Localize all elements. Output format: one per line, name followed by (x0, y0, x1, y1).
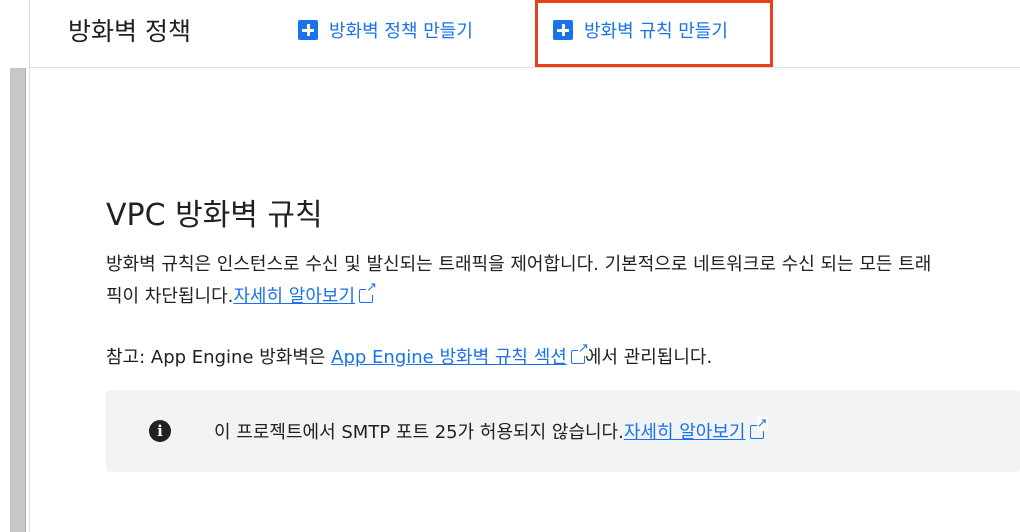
page-title: 방화벽 정책 (68, 17, 191, 46)
section-description: 방화벽 규칙은 인스턴스로 수신 및 발신되는 트래픽을 제어합니다. 기본적으… (106, 249, 936, 313)
info-text: 이 프로젝트에서 SMTP 포트 25가 허용되지 않습니다.자세히 알아보기 (214, 417, 768, 444)
description-text: 방화벽 규칙은 인스턴스로 수신 및 발신되는 트래픽을 제어합니다. 기본적으… (106, 254, 932, 307)
create-firewall-rule-button[interactable]: 방화벽 규칙 만들기 (553, 17, 728, 43)
create-firewall-policy-button[interactable]: 방화벽 정책 만들기 (298, 17, 473, 43)
vpc-firewall-section: VPC 방화벽 규칙 방화벽 규칙은 인스턴스로 수신 및 발신되는 트래픽을 … (106, 190, 986, 369)
info-message: 이 프로젝트에서 SMTP 포트 25가 허용되지 않습니다. (214, 422, 624, 443)
info-icon: i (149, 420, 171, 442)
create-firewall-policy-label: 방화벽 정책 만들기 (329, 21, 473, 42)
smtp-info-banner: i 이 프로젝트에서 SMTP 포트 25가 허용되지 않습니다.자세히 알아보… (106, 390, 1020, 472)
app-engine-firewall-link[interactable]: App Engine 방화벽 규칙 섹션 (331, 347, 567, 368)
note-prefix: 참고: App Engine 방화벽은 (106, 347, 332, 368)
plus-icon (298, 20, 318, 40)
section-title: VPC 방화벽 규칙 (106, 198, 323, 233)
external-link-icon (359, 281, 378, 303)
create-firewall-rule-label: 방화벽 규칙 만들기 (584, 21, 728, 42)
learn-more-link[interactable]: 자세히 알아보기 (233, 286, 355, 307)
note-suffix: 에서 관리됩니다. (584, 347, 713, 368)
info-learn-more-link[interactable]: 자세히 알아보기 (624, 422, 746, 443)
page-header: 방화벽 정책 방화벽 정책 만들기 방화벽 규칙 만들기 (30, 0, 1020, 68)
plus-icon (553, 20, 573, 40)
left-scrollbar[interactable] (10, 68, 26, 532)
external-link-icon (749, 417, 768, 439)
external-link-icon (570, 342, 589, 364)
app-engine-note: 참고: App Engine 방화벽은 App Engine 방화벽 규칙 섹션… (106, 342, 986, 369)
